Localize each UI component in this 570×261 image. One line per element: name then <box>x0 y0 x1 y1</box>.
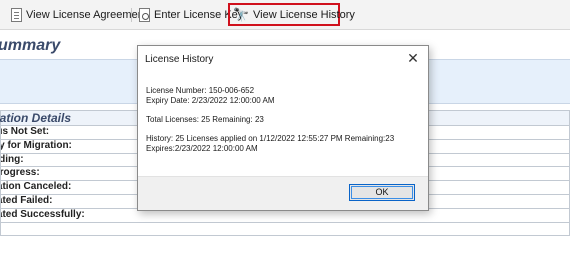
toolbar-separator <box>131 8 132 22</box>
row-label: dy for Migration: <box>0 139 72 151</box>
view-license-history-label: View License History <box>253 8 355 21</box>
history-text: History: 25 Licenses applied on 1/12/202… <box>146 134 395 143</box>
dialog-body: License Number: 150-006-652 Expiry Date:… <box>138 72 428 176</box>
row-label: ration Canceled: <box>0 181 72 193</box>
table-row: : <box>0 222 570 237</box>
close-icon[interactable]: ✕ <box>406 51 420 65</box>
toolbar: View License Agreement Enter License Key… <box>0 0 570 30</box>
view-license-agreement-button[interactable]: View License Agreement <box>6 4 150 26</box>
dialog-footer: OK <box>138 176 428 210</box>
row-label: Progress: <box>0 167 40 179</box>
dialog-titlebar: License History ✕ <box>138 46 428 72</box>
row-label: rated Failed: <box>1 194 53 206</box>
dialog-title: License History <box>145 54 214 65</box>
ok-button[interactable]: OK <box>349 184 415 201</box>
view-license-agreement-label: View License Agreement <box>26 9 147 21</box>
key-document-icon <box>139 8 150 22</box>
view-license-history-button[interactable]: 🔭 View License History <box>228 3 355 26</box>
history-expires-text: Expires:2/23/2022 12:00:00 AM <box>146 144 258 153</box>
license-history-dialog: License History ✕ License Number: 150-00… <box>137 45 429 211</box>
summary-title: ummary <box>0 37 61 54</box>
row-label: rated Successfully: <box>0 208 85 220</box>
total-licenses-text: Total Licenses: 25 Remaining: 23 <box>146 115 264 124</box>
expiry-date-text: Expiry Date: 2/23/2022 12:00:00 AM <box>146 96 275 105</box>
row-label: nding: <box>1 153 24 165</box>
document-icon <box>11 8 22 22</box>
row-label: tus Not Set: <box>1 126 50 137</box>
binoculars-icon: 🔭 <box>233 6 250 22</box>
license-number-text: License Number: 150-006-652 <box>146 86 255 95</box>
